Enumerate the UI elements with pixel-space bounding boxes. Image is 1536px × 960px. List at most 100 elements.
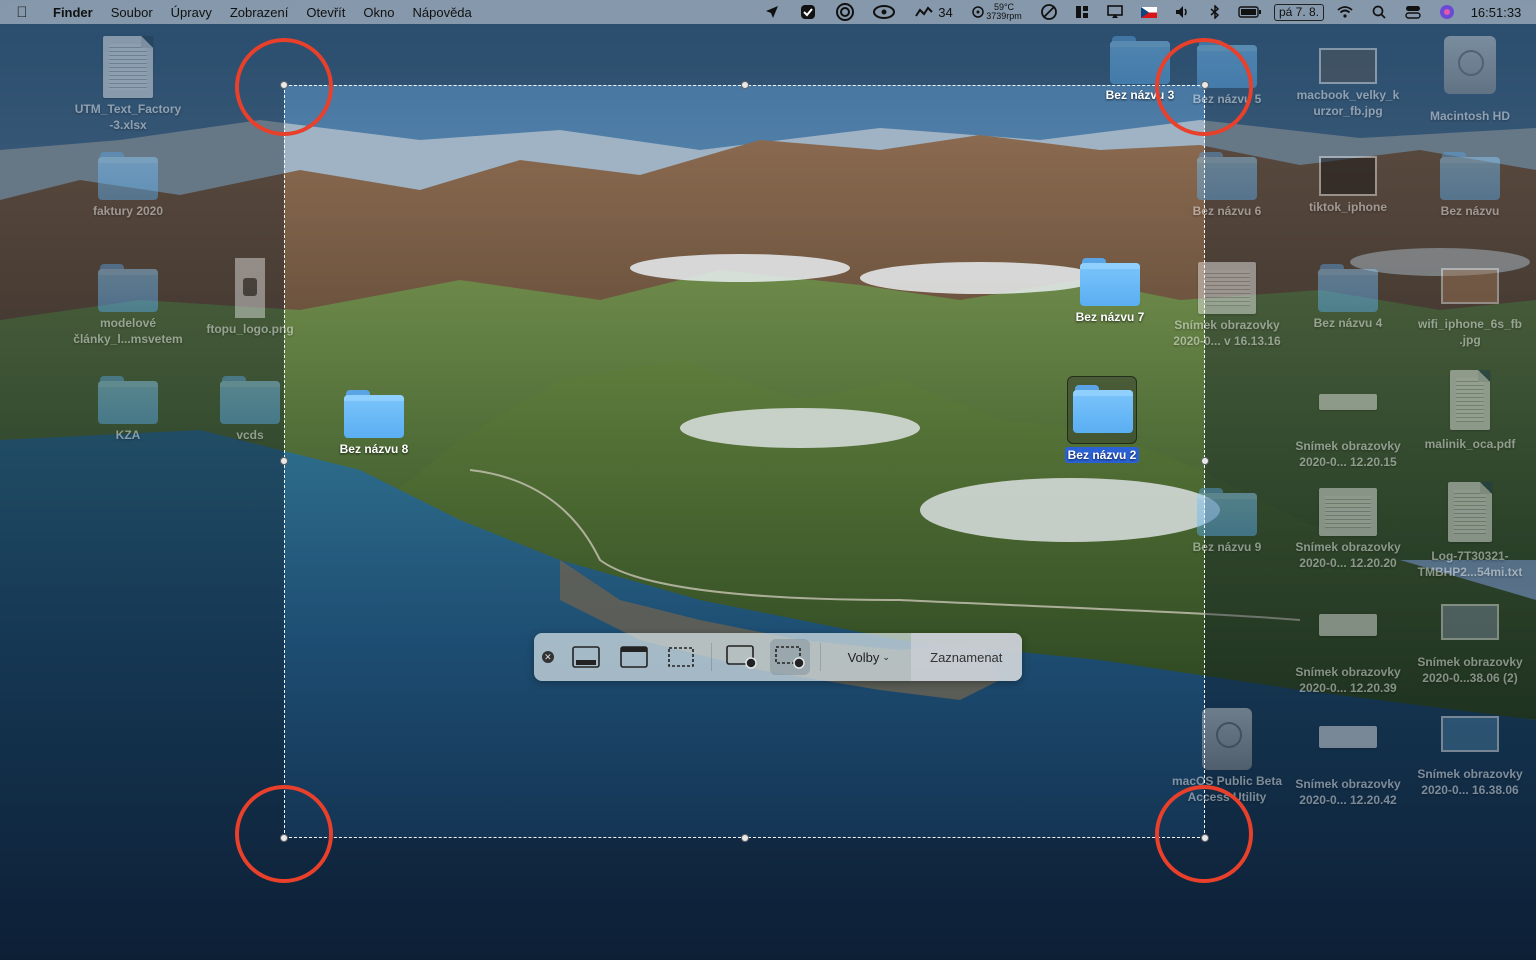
control-center-icon[interactable] [1396, 0, 1430, 24]
desktop-file-snimek-12-20-39[interactable]: Snímek obrazovky 2020-0... 12.20.39 [1288, 610, 1408, 697]
options-dropdown[interactable]: Volby ⌄ [827, 633, 911, 681]
folder-label: vcds [236, 428, 264, 442]
bluetooth-icon[interactable] [1200, 0, 1230, 24]
close-toolbar-button[interactable]: ✕ [534, 633, 562, 681]
folder-label: KZA [115, 428, 141, 442]
menu-zobrazeni[interactable]: Zobrazení [221, 5, 298, 20]
date-display[interactable]: pá 7. 8. [1270, 0, 1328, 24]
desktop-file-tiktok-iphone[interactable]: tiktok_iphone [1288, 152, 1408, 216]
desktop-file-snimek-12-20-20[interactable]: Snímek obrazovky 2020-0... 12.20.20 [1288, 488, 1408, 572]
desktop-folder-kza[interactable]: KZA [68, 376, 188, 444]
screenshot-file-icon [1319, 614, 1377, 636]
folder-icon [1197, 152, 1257, 200]
installer-disk-icon [1202, 708, 1252, 770]
menu-napoveda[interactable]: Nápověda [403, 5, 480, 20]
close-icon: ✕ [541, 651, 554, 663]
temperature-widget[interactable]: 59°C 3739rpm [962, 0, 1032, 24]
desktop-disk-macintosh-hd[interactable]: Macintosh HD [1410, 36, 1530, 125]
menu-soubor[interactable]: Soubor [102, 5, 162, 20]
folder-icon [1318, 264, 1378, 312]
folder-icon [98, 264, 158, 312]
file-label: UTM_Text_Factory -3.xlsx [74, 102, 182, 132]
screenshot-file-icon [1319, 394, 1377, 410]
file-label: malinik_oca.pdf [1424, 437, 1516, 451]
screenshot-file-icon [1319, 488, 1377, 536]
annotation-ring-top-left [235, 38, 333, 136]
record-selection-button[interactable] [770, 639, 810, 675]
window-layout-icon[interactable] [1066, 0, 1098, 24]
record-entire-screen-button[interactable] [722, 639, 762, 675]
record-selection-icon [775, 646, 805, 669]
image-file-icon [1319, 48, 1377, 84]
desktop-file-macbook-jpg[interactable]: macbook_velky_k urzor_fb.jpg [1288, 40, 1408, 120]
czech-flag-icon[interactable] [1132, 0, 1166, 24]
wifi-icon[interactable] [1328, 0, 1362, 24]
disk-label: Macintosh HD [1429, 109, 1510, 123]
screenshot-toolbar: ✕ Volby ⌄ Zaznamenat [534, 633, 1023, 681]
hard-drive-icon [1444, 36, 1496, 94]
airplay-icon[interactable] [1098, 0, 1132, 24]
battery-icon[interactable] [1230, 0, 1270, 24]
menu-upravy[interactable]: Úpravy [162, 5, 221, 20]
stats-widget[interactable]: 34 [906, 0, 962, 24]
resize-handle-right[interactable] [1201, 457, 1209, 465]
desktop-file-wifi-iphone[interactable]: wifi_iphone_6s_fb .jpg [1410, 268, 1530, 349]
file-label: Snímek obrazovky 2020-0... 12.20.20 [1295, 540, 1401, 570]
resize-handle-top[interactable] [741, 81, 749, 89]
dashed-selection-icon [668, 647, 695, 667]
toolbar-separator [711, 643, 713, 671]
screenshot-file-icon [1319, 726, 1377, 748]
capture-selection-button[interactable] [662, 639, 702, 675]
desktop-folder-bez-nazvu[interactable]: Bez názvu [1410, 152, 1530, 220]
annotation-ring-bottom-left [235, 785, 333, 883]
spotlight-search-icon[interactable] [1362, 0, 1396, 24]
clock[interactable]: 16:51:33 [1464, 0, 1536, 24]
capture-window-button[interactable] [614, 639, 654, 675]
file-label: Snímek obrazovky 2020-0... 12.20.39 [1295, 665, 1401, 695]
resize-handle-bottom[interactable] [741, 834, 749, 842]
menu-bar-status-area: 34 59°C 3739rpm pá 7. 8. 16:51:33 [756, 0, 1536, 24]
desktop-file-utm-xlsx[interactable]: UTM_Text_Factory -3.xlsx [68, 36, 188, 134]
stats-count: 34 [938, 4, 953, 20]
desktop-folder-faktury[interactable]: faktury 2020 [68, 152, 188, 220]
file-label: wifi_iphone_6s_fb .jpg [1417, 317, 1523, 347]
menu-bar:  Finder Soubor Úpravy Zobrazení Otevřít… [0, 0, 1536, 24]
folder-icon [220, 376, 280, 424]
folder-label: Bez názvu [1440, 204, 1500, 218]
desktop-file-log-txt[interactable]: Log-7T30321- TMBHP2...54mi.txt [1410, 482, 1530, 581]
spreadsheet-file-icon [103, 36, 153, 98]
file-label: Log-7T30321- TMBHP2...54mi.txt [1417, 549, 1523, 579]
apple-menu-icon[interactable]:  [0, 4, 44, 21]
desktop-file-snimek-16-38-06[interactable]: Snímek obrazovky 2020-0... 16.38.06 [1410, 716, 1530, 799]
image-file-icon [1441, 604, 1499, 640]
file-label: Snímek obrazovky 2020-0... 12.20.15 [1295, 439, 1401, 469]
volume-icon[interactable] [1166, 0, 1200, 24]
options-label: Volby [847, 649, 880, 665]
window-icon [619, 646, 648, 668]
desktop-folder-bez-nazvu-4[interactable]: Bez názvu 4 [1288, 264, 1408, 332]
desktop-file-malinik-pdf[interactable]: malinik_oca.pdf [1410, 370, 1530, 453]
file-label: ftopu_logo.png [206, 322, 294, 336]
screenshot-selection-area[interactable] [280, 81, 1209, 842]
resize-handle-left[interactable] [280, 457, 288, 465]
menu-otevrit[interactable]: Otevřít [297, 5, 354, 20]
logo-image-icon [235, 258, 265, 318]
blocked-circle-icon[interactable] [1032, 0, 1066, 24]
file-label: tiktok_iphone [1308, 200, 1387, 214]
menu-app-name[interactable]: Finder [44, 5, 102, 20]
desktop-folder-modelove[interactable]: modelové články_l...msvetem [68, 264, 188, 348]
folder-icon [1440, 152, 1500, 200]
siri-icon[interactable] [1430, 0, 1464, 24]
record-button[interactable]: Zaznamenat [910, 633, 1023, 681]
location-icon[interactable] [756, 0, 788, 24]
capture-entire-screen-button[interactable] [566, 639, 606, 675]
menu-okno[interactable]: Okno [354, 5, 403, 20]
check-shield-icon[interactable] [788, 0, 828, 24]
desktop-file-snimek-12-20-42[interactable]: Snímek obrazovky 2020-0... 12.20.42 [1288, 722, 1408, 809]
screenshot-file-icon [1198, 262, 1256, 314]
desktop-file-snimek-38-06-2[interactable]: Snímek obrazovky 2020-0...38.06 (2) [1410, 604, 1530, 687]
creative-cloud-icon[interactable] [862, 0, 906, 24]
circular-app-icon[interactable] [828, 0, 862, 24]
desktop-file-snimek-12-20-15[interactable]: Snímek obrazovky 2020-0... 12.20.15 [1288, 386, 1408, 471]
file-label: Snímek obrazovky 2020-0... 12.20.42 [1295, 777, 1401, 807]
